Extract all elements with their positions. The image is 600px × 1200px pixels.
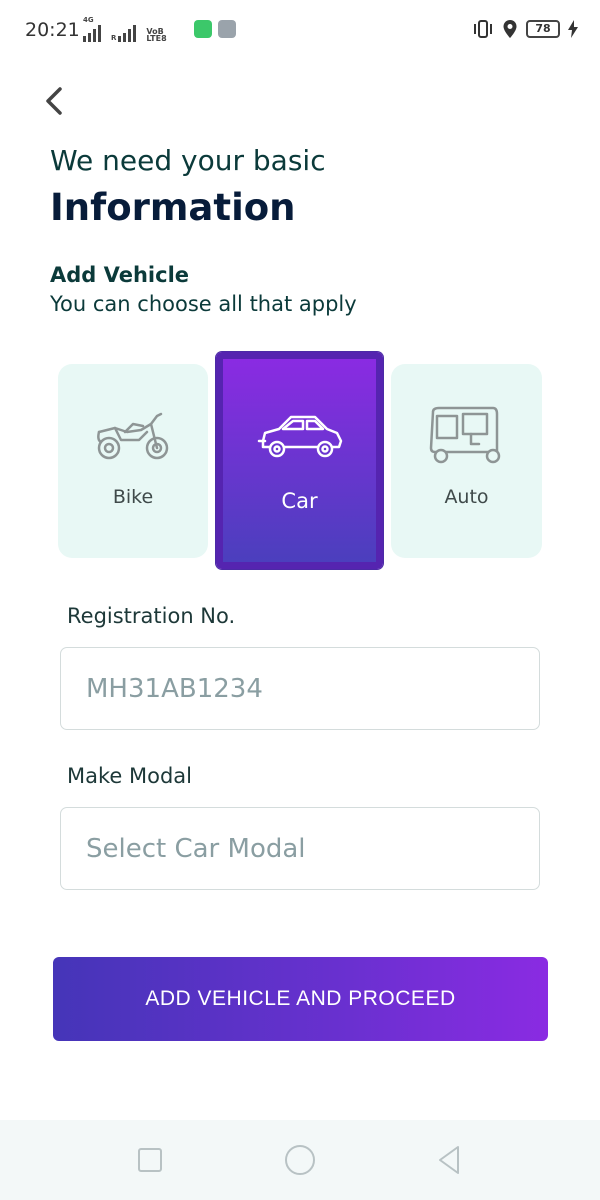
back-triangle-icon[interactable] [432,1142,468,1178]
page-title-line1: We need your basic [50,144,326,177]
back-button[interactable] [38,84,72,118]
signal-bars-2-icon [118,24,137,42]
status-right: 78 [472,19,578,39]
make-modal-label: Make Modal [67,764,192,788]
vehicle-label-car: Car [281,489,318,513]
vehicle-option-car[interactable]: Car [216,352,383,569]
section-title: Add Vehicle [50,263,190,287]
vehicle-label-bike: Bike [112,486,154,508]
add-vehicle-proceed-button[interactable]: ADD VEHICLE AND PROCEED [53,957,548,1041]
vibrate-icon [474,20,492,38]
notification-icons [194,20,236,38]
page-title: Information [50,186,296,229]
chat-app-icon [194,20,212,38]
vehicle-label-auto: Auto [444,486,489,508]
net-r-label: R [111,34,117,42]
vehicle-option-bike[interactable]: Bike [58,364,208,558]
signal-roaming: R [111,24,137,42]
vehicle-option-auto[interactable]: Auto [391,364,542,558]
recents-square-icon[interactable] [132,1142,168,1178]
charging-icon [568,20,578,38]
signal-bars-icon [83,24,101,42]
volte-icon: VoB LTE8 [146,28,167,43]
home-circle-icon[interactable] [282,1142,318,1178]
volte-bottom: LTE8 [146,34,167,43]
status-time: 20:21 [25,19,80,41]
section-subtitle: You can choose all that apply [50,292,357,316]
make-modal-input[interactable] [61,808,539,889]
location-icon [503,20,517,38]
car-icon [257,415,343,458]
registration-label: Registration No. [67,604,236,628]
network-indicators: 4G R VoB LTE8 [83,17,167,43]
system-nav-bar [0,1120,600,1200]
signal-4g: 4G [83,17,101,42]
make-modal-field-box [60,807,540,890]
battery-icon: 78 [526,20,560,38]
registration-field-box [60,647,540,730]
registration-input[interactable] [61,648,539,729]
status-bar: 20:21 4G R VoB LTE8 78 [0,0,600,62]
net-4g-label: 4G [83,16,94,24]
chevron-left-icon [46,87,62,115]
auto-rickshaw-icon [429,406,501,464]
bike-icon [97,412,169,460]
stack-app-icon [218,20,236,38]
